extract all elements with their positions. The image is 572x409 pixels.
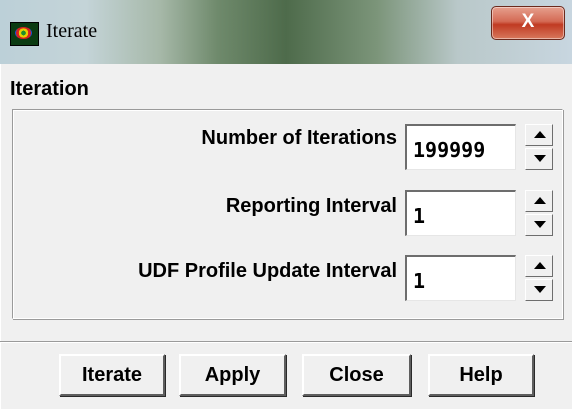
reporting-interval-input[interactable]: 1 [405, 190, 516, 236]
number-of-iterations-spinner[interactable] [525, 124, 553, 170]
iterate-button[interactable]: Iterate [59, 354, 165, 396]
help-button[interactable]: Help [428, 354, 534, 396]
app-icon[interactable] [10, 22, 39, 46]
close-window-button[interactable]: X [491, 6, 565, 40]
arrow-down-icon [534, 286, 546, 293]
reporting-interval-increment[interactable] [525, 190, 553, 212]
number-of-iterations-increment[interactable] [525, 124, 553, 146]
udf-profile-update-interval-label: UDF Profile Update Interval [138, 260, 397, 282]
number-of-iterations-input[interactable]: 199999 [405, 124, 516, 170]
app-icon-logo [15, 27, 32, 39]
arrow-up-icon [534, 197, 546, 204]
window-title: Iterate [46, 20, 98, 42]
udf-profile-update-interval-spinner[interactable] [525, 255, 553, 301]
udf-profile-update-interval-decrement[interactable] [525, 279, 553, 301]
udf-profile-update-interval-input[interactable]: 1 [405, 255, 516, 301]
number-of-iterations-label: Number of Iterations [201, 127, 397, 149]
close-icon: X [521, 11, 535, 32]
title-bar[interactable]: Iterate X [0, 0, 572, 65]
arrow-up-icon [534, 131, 546, 138]
reporting-interval-decrement[interactable] [525, 214, 553, 236]
arrow-down-icon [534, 155, 546, 162]
reporting-interval-label: Reporting Interval [225, 195, 397, 217]
close-button[interactable]: Close [302, 354, 411, 396]
reporting-interval-spinner[interactable] [525, 190, 553, 236]
arrow-down-icon [534, 221, 546, 228]
iterate-dialog: Iterate X Iteration Number of Iterations… [0, 0, 572, 409]
arrow-up-icon [534, 262, 546, 269]
button-bar-divider [0, 341, 572, 343]
number-of-iterations-decrement[interactable] [525, 148, 553, 170]
iteration-group-title: Iteration [10, 78, 89, 100]
udf-profile-update-interval-increment[interactable] [525, 255, 553, 277]
apply-button[interactable]: Apply [179, 354, 286, 396]
